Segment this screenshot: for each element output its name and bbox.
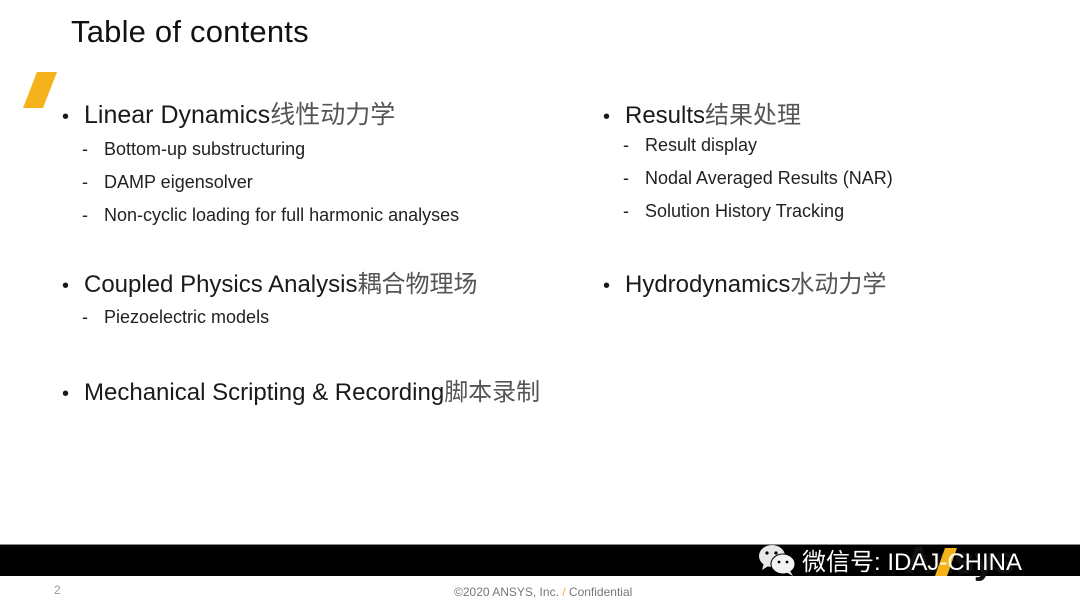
section-heading-cn: 耦合物理场: [357, 271, 478, 298]
section-heading-cn: 结果处理: [705, 102, 802, 129]
copyright-notice: ©2020 ANSYS, Inc. / Confidential: [454, 585, 633, 599]
section-heading-cn: 线性动力学: [270, 101, 396, 129]
section-coupled-physics: • Coupled Physics Analysis 耦合物理场 - Piezoel…: [62, 264, 540, 340]
watermark-text: 微信号: IDAJ-CHINA: [802, 549, 1023, 576]
section-heading: Hydrodynamics: [625, 271, 791, 298]
left-column: • Linear Dynamics 线性动力学 - Bottom-up substr…: [62, 95, 540, 407]
wechat-icon: [759, 544, 796, 576]
list-item: - Result display: [623, 135, 758, 155]
section-heading: Mechanical Scripting & Recording: [84, 379, 445, 406]
bullet-icon: •: [62, 275, 70, 297]
accent-slash-icon: [23, 72, 57, 108]
wechat-watermark: 微信号: IDAJ-CHINA: [758, 542, 1022, 577]
section-heading-cn: 水动力学: [790, 271, 887, 298]
list-item: - Nodal Averaged Results (NAR): [623, 168, 893, 188]
bullet-icon: •: [62, 106, 70, 128]
list-item: - Non-cyclic loading for full harmonic an…: [82, 205, 460, 225]
section-mechanical-scripting: • Mechanical Scripting & Recording 脚本录制: [62, 372, 540, 407]
bullet-icon: •: [62, 383, 70, 405]
list-item: - DAMP eigensolver: [82, 172, 253, 192]
section-linear-dynamics: • Linear Dynamics 线性动力学 - Bottom-up substr…: [62, 95, 540, 238]
section-heading: Linear Dynamics: [84, 101, 271, 129]
bullet-icon: •: [603, 275, 611, 297]
list-item: - Bottom-up substructuring: [82, 139, 306, 159]
page-number: 2: [54, 583, 61, 597]
section-heading: Results: [625, 102, 706, 129]
section-results: • Results 结果处理 - Result display - Nodal Ave…: [603, 95, 893, 234]
right-column: • Results 结果处理 - Result display - Nodal Ave…: [603, 95, 893, 299]
list-item: - Piezoelectric models: [82, 307, 270, 327]
section-hydrodynamics: • Hydrodynamics 水动力学: [603, 264, 893, 299]
bullet-icon: •: [603, 106, 611, 128]
section-heading-cn: 脚本录制: [444, 379, 541, 406]
list-item: - Solution History Tracking: [623, 201, 845, 221]
section-heading: Coupled Physics Analysis: [84, 271, 358, 298]
slide-title: Table of contents: [71, 14, 309, 49]
